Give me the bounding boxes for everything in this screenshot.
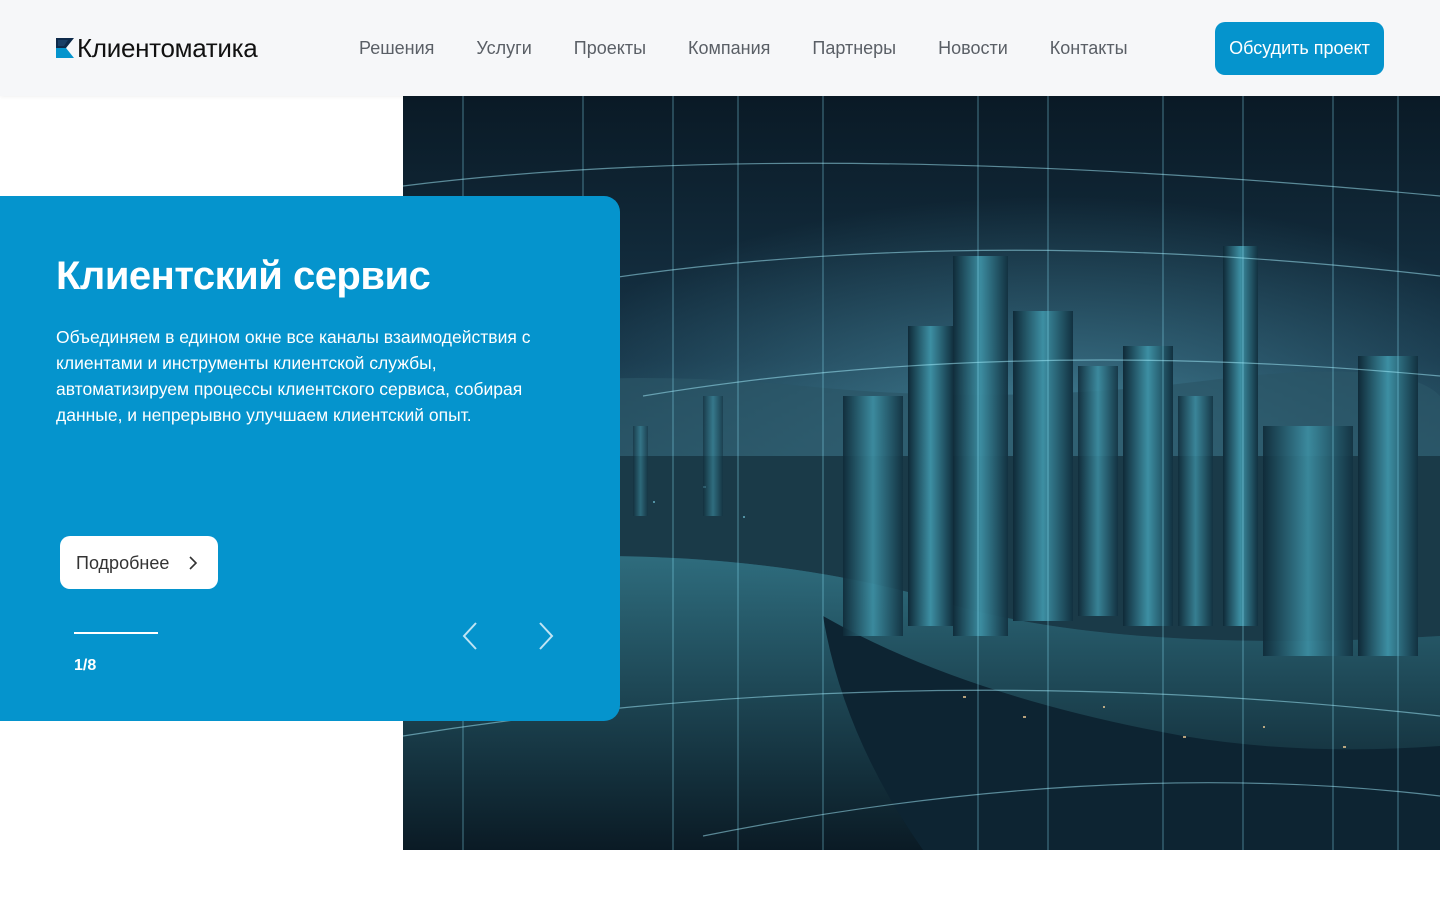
page: Клиентоматика Решения Услуги Проекты Ком… <box>0 0 1440 900</box>
logo-mark-icon <box>56 38 74 58</box>
next-slide-button[interactable] <box>534 620 558 652</box>
nav-item-projects[interactable]: Проекты <box>574 36 646 60</box>
brand-name: Клиентоматика <box>77 33 258 63</box>
nav-item-company[interactable]: Компания <box>688 36 770 60</box>
site-header: Клиентоматика Решения Услуги Проекты Ком… <box>0 0 1440 96</box>
hero-title: Клиентский сервис <box>56 254 431 298</box>
main-nav: Решения Услуги Проекты Компания Партнеры… <box>359 36 1128 60</box>
slide-counter: 1/8 <box>74 657 97 674</box>
more-button[interactable]: Подробнее <box>60 536 218 589</box>
more-button-label: Подробнее <box>76 552 170 573</box>
nav-item-contacts[interactable]: Контакты <box>1050 36 1128 60</box>
chevron-right-icon <box>189 556 198 570</box>
nav-item-partners[interactable]: Партнеры <box>812 36 896 60</box>
nav-item-news[interactable]: Новости <box>938 36 1008 60</box>
slide-progress-bar <box>74 632 158 634</box>
hero-description: Объединяем в едином окне все каналы взаи… <box>56 327 531 425</box>
arrow-right-icon <box>539 622 554 650</box>
nav-item-services[interactable]: Услуги <box>476 36 531 60</box>
prev-slide-button[interactable] <box>458 620 482 652</box>
discuss-project-button[interactable]: Обсудить проект <box>1215 22 1384 75</box>
hero-card: Клиентский сервис Объединяем в едином ок… <box>0 196 620 721</box>
brand-logo[interactable]: Клиентоматика <box>56 33 258 63</box>
nav-item-solutions[interactable]: Решения <box>359 36 434 60</box>
arrow-left-icon <box>462 622 477 650</box>
